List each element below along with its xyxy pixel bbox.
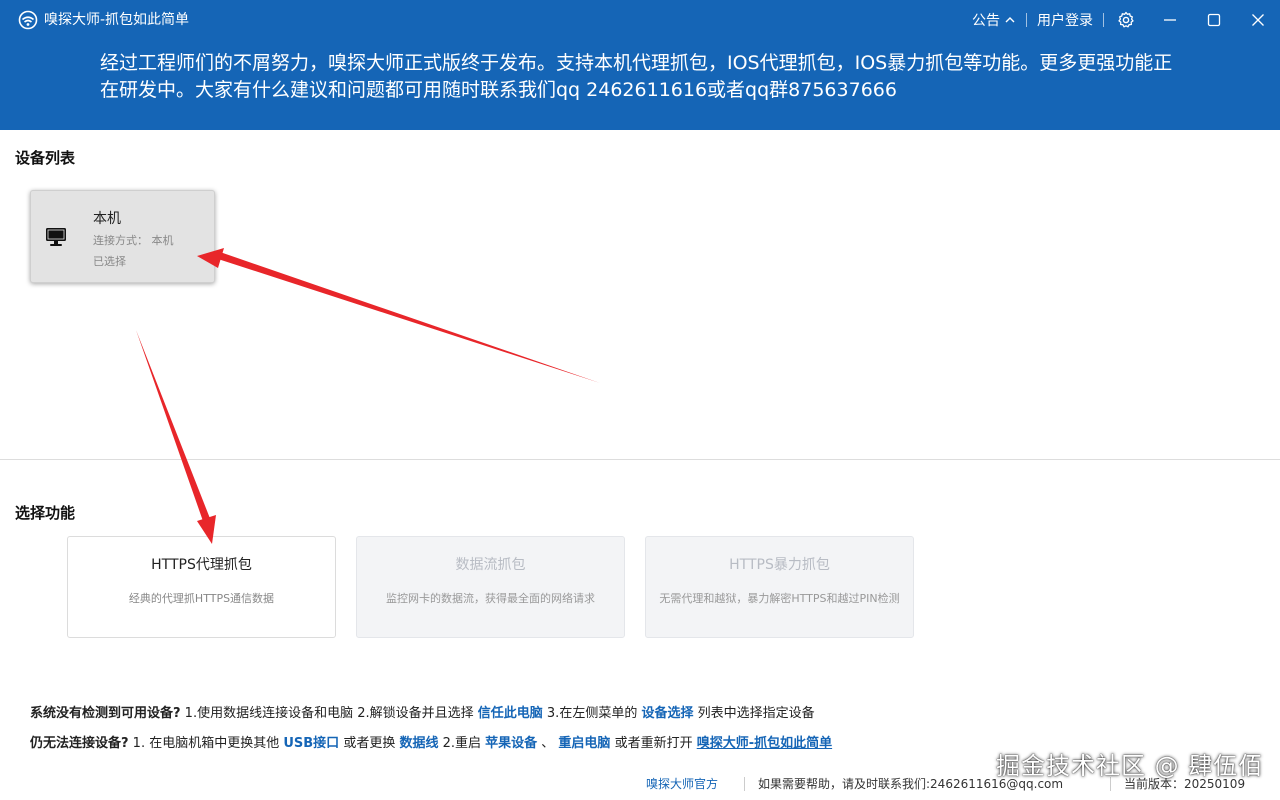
device-connection: 连接方式： 本机 xyxy=(93,234,174,247)
help-text: 或者重新打开 xyxy=(610,736,697,751)
function-desc: 监控网卡的数据流，获得最全面的网络请求 xyxy=(386,592,595,605)
section-divider xyxy=(0,459,1280,460)
device-name: 本机 xyxy=(93,211,121,227)
help-text: 1. 在电脑机箱中更换其他 xyxy=(128,736,284,751)
device-card-local[interactable]: 本机 连接方式： 本机 已选择 xyxy=(30,190,215,283)
function-title: HTTPS代理抓包 xyxy=(151,557,252,573)
annotation-arrow xyxy=(136,330,211,524)
user-login-label: 用户登录 xyxy=(1037,13,1093,29)
minimize-icon xyxy=(1164,19,1176,21)
help-text: 2.重启 xyxy=(438,736,486,751)
function-card-https-proxy[interactable]: HTTPS代理抓包 经典的代理抓HTTPS通信数据 xyxy=(67,536,336,638)
user-login-button[interactable]: 用户登录 xyxy=(1027,10,1103,30)
trust-computer-link[interactable]: 信任此电脑 xyxy=(478,706,543,721)
title-bar: 嗅探大师-抓包如此简单 公告 用户登录 xyxy=(0,0,1280,40)
restart-computer-link[interactable]: 重启电脑 xyxy=(558,736,610,751)
official-site-link[interactable]: 嗅探大师官方 xyxy=(646,774,718,794)
help-question: 系统没有检测到可用设备? xyxy=(30,706,181,721)
app-title: 嗅探大师-抓包如此简单 xyxy=(44,12,190,28)
announcement-banner: 经过工程师们的不屑努力，嗅探大师正式版终于发布。支持本机代理抓包，IOS代理抓包… xyxy=(0,40,1280,130)
device-list-title: 设备列表 xyxy=(15,149,76,167)
app-logo-icon xyxy=(18,10,38,30)
help-text: 、 xyxy=(537,736,559,751)
announcement-label: 公告 xyxy=(972,13,1000,29)
function-card-data-stream[interactable]: 数据流抓包 监控网卡的数据流，获得最全面的网络请求 xyxy=(356,536,625,638)
announcement-text: 经过工程师们的不屑努力，嗅探大师正式版终于发布。支持本机代理抓包，IOS代理抓包… xyxy=(100,52,1173,101)
help-text: 3.在左侧菜单的 xyxy=(542,706,642,721)
help-line-no-device: 系统没有检测到可用设备? 1.使用数据线连接设备和电脑 2.解锁设备并且选择 信… xyxy=(30,702,815,721)
data-cable-link[interactable]: 数据线 xyxy=(399,736,438,751)
apple-device-link[interactable]: 苹果设备 xyxy=(485,736,537,751)
help-text: 1.使用数据线连接设备和电脑 2.解锁设备并且选择 xyxy=(180,706,478,721)
function-title: HTTPS暴力抓包 xyxy=(729,557,830,573)
gear-icon xyxy=(1118,11,1134,28)
chevron-up-icon xyxy=(1005,17,1015,23)
help-line-cannot-connect: 仍无法连接设备? 1. 在电脑机箱中更换其他 USB接口 或者更换 数据线 2.… xyxy=(30,732,832,751)
maximize-icon xyxy=(1207,13,1221,27)
minimize-button[interactable] xyxy=(1148,0,1192,40)
device-select-link[interactable]: 设备选择 xyxy=(641,706,693,721)
usb-port-link[interactable]: USB接口 xyxy=(283,736,339,751)
settings-button[interactable] xyxy=(1104,0,1148,40)
help-question: 仍无法连接设备? xyxy=(30,736,129,751)
close-button[interactable] xyxy=(1236,0,1280,40)
help-text: 或者更换 xyxy=(339,736,400,751)
function-desc: 经典的代理抓HTTPS通信数据 xyxy=(128,592,275,605)
annotation-arrow xyxy=(218,252,600,383)
reopen-app-link[interactable]: 嗅探大师-抓包如此简单 xyxy=(697,736,832,751)
monitor-icon xyxy=(46,228,66,246)
footer-separator xyxy=(744,777,745,791)
help-text: 列表中选择指定设备 xyxy=(693,706,815,721)
function-select-title: 选择功能 xyxy=(15,504,76,522)
function-title: 数据流抓包 xyxy=(455,557,526,573)
maximize-button[interactable] xyxy=(1192,0,1236,40)
function-desc: 无需代理和越狱，暴力解密HTTPS和越过PIN检测 xyxy=(659,592,900,605)
device-status: 已选择 xyxy=(93,255,126,268)
function-card-https-brute[interactable]: HTTPS暴力抓包 无需代理和越狱，暴力解密HTTPS和越过PIN检测 xyxy=(645,536,914,638)
announcement-menu[interactable]: 公告 xyxy=(962,10,1026,30)
close-icon xyxy=(1252,14,1264,26)
watermark: 掘金技术社区 @ 肆伍佰 xyxy=(996,752,1264,780)
